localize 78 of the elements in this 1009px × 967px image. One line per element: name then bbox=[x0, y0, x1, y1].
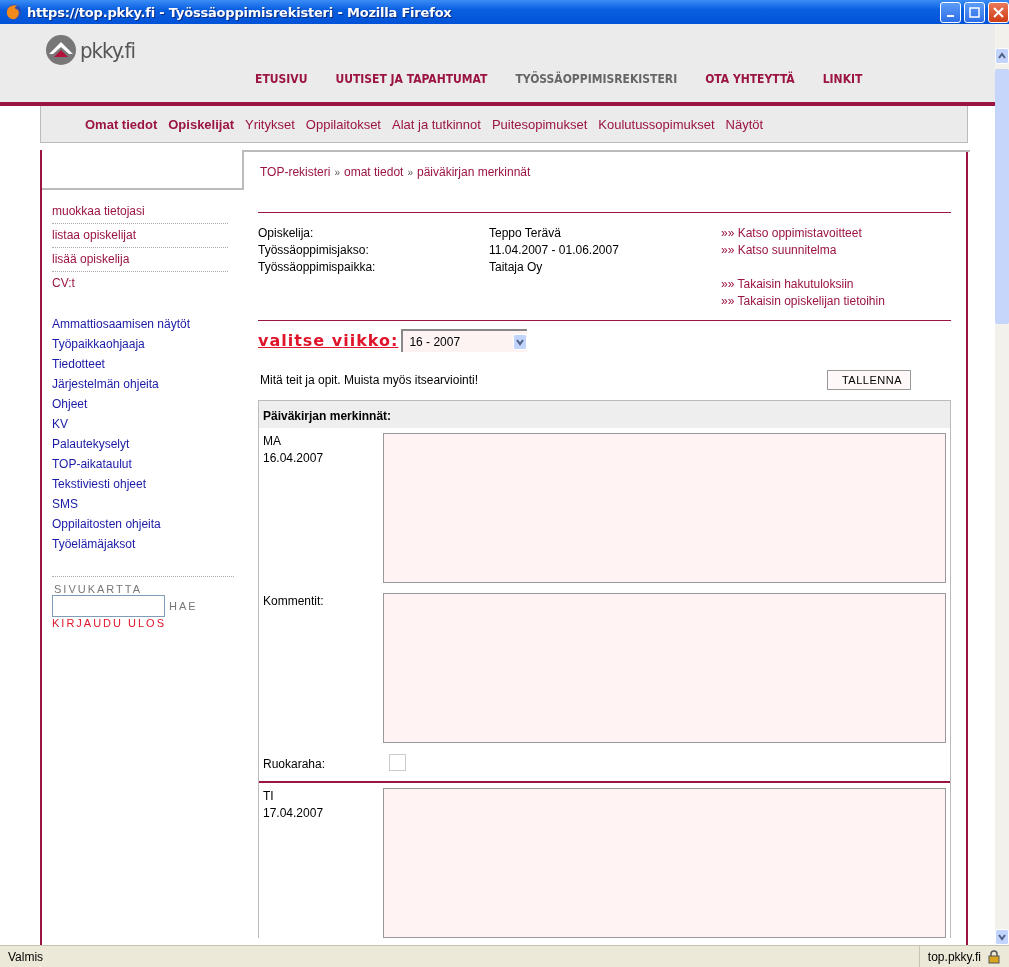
subnav-link[interactable]: Koulutussopimukset bbox=[598, 116, 715, 132]
sidebar-link[interactable]: listaa opiskelijat bbox=[52, 224, 228, 248]
subnav-link[interactable]: Oppilaitokset bbox=[305, 116, 381, 132]
window-title: https://top.pkky.fi - Työssäoppimisrekisteri - Mozilla Firefox bbox=[27, 4, 452, 20]
close-button[interactable] bbox=[988, 1, 1009, 23]
scroll-up-icon[interactable] bbox=[995, 48, 1009, 64]
sidebar-link[interactable]: Oppilaitosten ohjeita bbox=[52, 514, 244, 534]
sidebar-link[interactable]: Ammattiosaamisen näytöt bbox=[52, 314, 244, 334]
week-label: valitse viikko: bbox=[258, 331, 399, 350]
status-text: Valmis bbox=[8, 949, 44, 964]
subnav-link[interactable]: Alat ja tutkinnot bbox=[392, 116, 481, 132]
sidebar-link[interactable]: lisää opiskelija bbox=[52, 248, 228, 272]
sidebar-link[interactable]: SMS bbox=[52, 494, 244, 514]
action-link[interactable]: »» Katso suunnitelma bbox=[721, 242, 951, 259]
subnav-link[interactable]: Yritykset bbox=[245, 116, 295, 132]
diary-entry-field[interactable] bbox=[383, 433, 946, 583]
nav-tab[interactable]: UUTISET JA TAPAHTUMAT bbox=[335, 72, 496, 106]
breadcrumb-link[interactable]: omat tiedot bbox=[344, 165, 404, 179]
weekday-label: TI bbox=[263, 788, 275, 805]
comment-field[interactable] bbox=[383, 593, 946, 743]
search-button[interactable]: HAE bbox=[169, 600, 198, 612]
breadcrumb-separator: » bbox=[334, 167, 340, 178]
sidebar-link[interactable]: CV:t bbox=[52, 272, 228, 296]
logout-link[interactable]: KIRJAUDU ULOS bbox=[52, 617, 234, 629]
nav-tab[interactable]: LINKIT bbox=[822, 72, 871, 106]
diary-entry-field[interactable] bbox=[383, 788, 946, 938]
breadcrumb-link[interactable]: päiväkirjan merkinnät bbox=[416, 165, 531, 179]
info-value: 11.04.2007 - 01.06.2007 bbox=[489, 242, 620, 259]
date-label: 17.04.2007 bbox=[263, 805, 325, 822]
action-link[interactable]: »» Takaisin opiskelijan tietoihin bbox=[721, 293, 951, 310]
sidebar-link[interactable]: Ohjeet bbox=[52, 394, 244, 414]
subnav-link[interactable]: Omat tiedot bbox=[85, 116, 158, 132]
lock-icon bbox=[987, 949, 1001, 964]
info-label: Työssäoppimisjakso: bbox=[258, 242, 370, 259]
allowance-label: Ruokaraha: bbox=[263, 756, 327, 773]
info-value: Taitaja Oy bbox=[489, 259, 544, 276]
logo-icon bbox=[45, 34, 77, 66]
save-button[interactable]: TALLENNA bbox=[826, 370, 911, 390]
week-dropdown[interactable]: 16 - 2007 bbox=[401, 329, 528, 352]
maximize-icon bbox=[969, 6, 980, 18]
subnav-link[interactable]: Puitesopimukset bbox=[491, 116, 588, 132]
comment-label: Kommentit: bbox=[263, 593, 325, 610]
sidebar-link[interactable]: TOP-aikataulut bbox=[52, 454, 244, 474]
sidebar-link[interactable]: muokkaa tietojasi bbox=[52, 200, 228, 224]
diary-title: Päiväkirjan merkinnät: bbox=[259, 401, 950, 428]
breadcrumb-separator: » bbox=[407, 167, 413, 178]
sidebar-link[interactable]: Tiedotteet bbox=[52, 354, 244, 374]
scrollbar[interactable] bbox=[995, 24, 1009, 945]
sitemap-label: SIVUKARTTA bbox=[54, 583, 144, 595]
instructions-text: Mitä teit ja opit. Muista myös itsearviointi! bbox=[260, 373, 479, 387]
action-link[interactable]: »» Katso oppimistavoitteet bbox=[721, 225, 951, 242]
sidebar-link[interactable]: Tekstiviesti ohjeet bbox=[52, 474, 244, 494]
close-icon bbox=[993, 6, 1004, 18]
scroll-down-icon[interactable] bbox=[513, 333, 528, 350]
scroll-down-icon[interactable] bbox=[995, 929, 1009, 945]
maximize-button[interactable] bbox=[964, 1, 985, 23]
weekday-label: MA bbox=[263, 433, 282, 450]
info-label: Työssäoppimispaikka: bbox=[258, 259, 377, 276]
logo-text: pkky.fi bbox=[80, 37, 136, 63]
breadcrumb-link[interactable]: TOP-rekisteri bbox=[260, 165, 331, 179]
sidebar-link[interactable]: Työelämäjaksot bbox=[52, 534, 244, 554]
subnav-link[interactable]: Näytöt bbox=[725, 116, 764, 132]
info-label: Opiskelija: bbox=[258, 225, 315, 242]
minimize-icon bbox=[947, 15, 954, 17]
sidebar-link[interactable]: Palautekyselyt bbox=[52, 434, 244, 454]
minimize-button[interactable] bbox=[940, 1, 961, 23]
nav-tab[interactable]: OTA YHTEYTTÄ bbox=[705, 72, 803, 106]
status-host: top.pkky.fi bbox=[927, 949, 981, 964]
info-value: Teppo Terävä bbox=[489, 225, 562, 242]
action-link[interactable]: »» Takaisin hakutuloksiin bbox=[721, 276, 951, 293]
nav-tab[interactable]: ETUSIVU bbox=[255, 72, 316, 106]
sidebar-link[interactable]: KV bbox=[52, 414, 244, 434]
allowance-checkbox[interactable] bbox=[389, 754, 406, 771]
date-label: 16.04.2007 bbox=[263, 450, 325, 467]
subnav-link[interactable]: Opiskelijat bbox=[168, 116, 234, 132]
sitemap-search-field[interactable] bbox=[52, 595, 165, 617]
sidebar-link[interactable]: Työpaikkaohjaaja bbox=[52, 334, 244, 354]
sidebar-link[interactable]: Järjestelmän ohjeita bbox=[52, 374, 244, 394]
